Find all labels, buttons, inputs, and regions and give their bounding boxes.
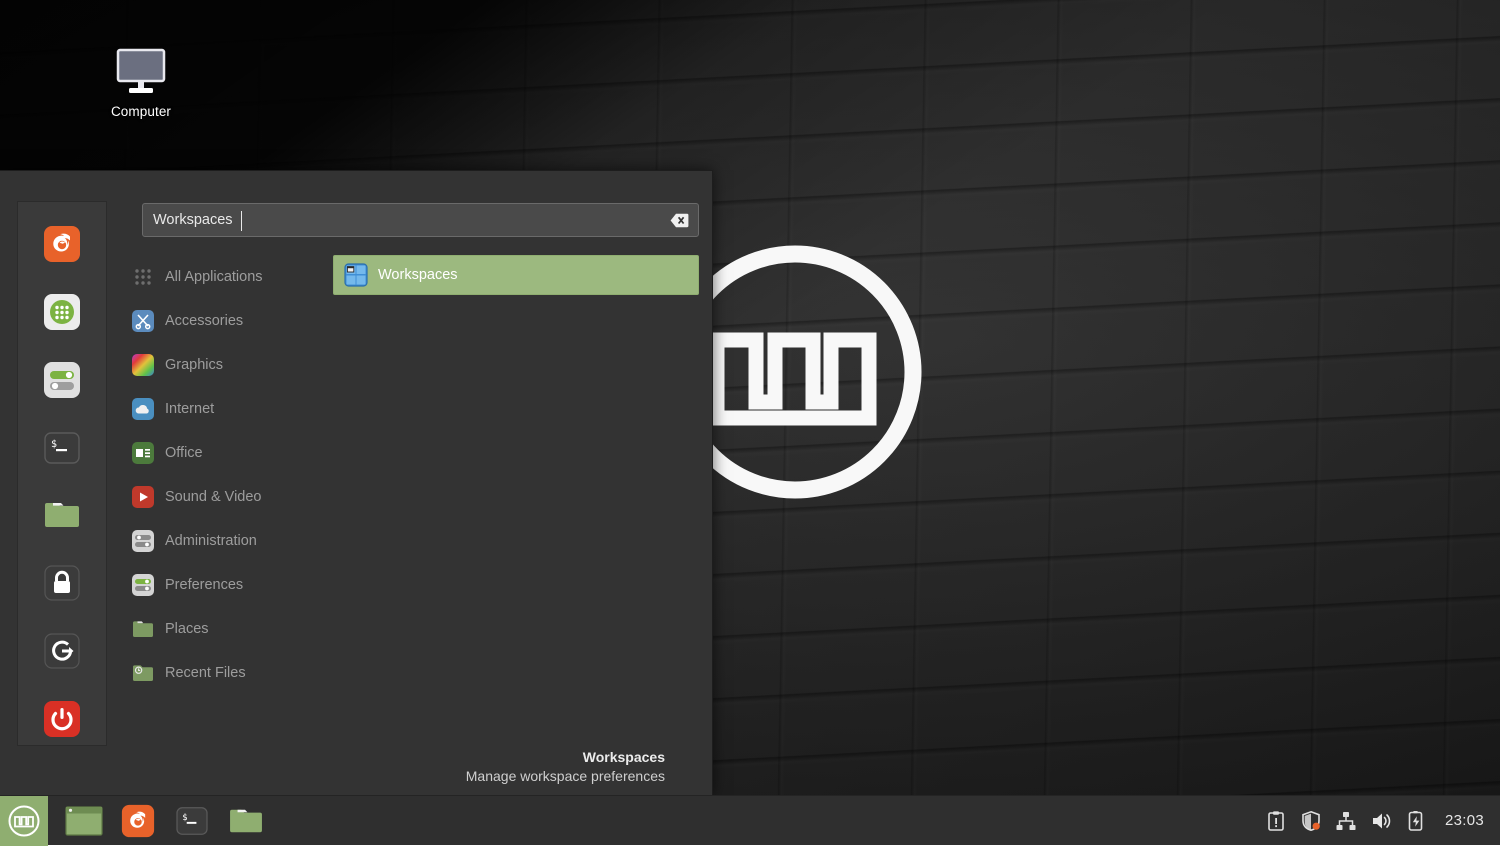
menu-description-title: Workspaces <box>466 749 665 765</box>
battery-icon <box>1405 810 1427 832</box>
desktop-icon-label: Computer <box>111 104 171 119</box>
category-label: Places <box>165 621 209 637</box>
firefox-icon <box>43 225 81 263</box>
grid-dots-icon <box>132 266 154 288</box>
favorite-system-settings[interactable] <box>36 354 88 406</box>
menu-description: Workspaces Manage workspace preferences <box>466 749 665 784</box>
firefox-icon <box>121 804 155 838</box>
category-label: Recent Files <box>165 665 246 681</box>
desktop-icon-computer[interactable]: Computer <box>95 48 187 121</box>
application-menu-panel: $ <box>0 170 713 795</box>
menu-category-list: All Applications Accessories <box>120 251 333 721</box>
category-label: Graphics <box>165 357 223 373</box>
rainbow-icon <box>132 354 154 376</box>
favorite-firefox[interactable] <box>36 218 88 270</box>
category-label: Preferences <box>165 577 243 593</box>
cloud-icon <box>132 398 154 420</box>
clear-search-button[interactable] <box>664 204 694 236</box>
folder-icon <box>132 618 154 640</box>
network-icon <box>1335 810 1357 832</box>
category-label: Administration <box>165 533 257 549</box>
menu-content-area: All Applications Accessories <box>120 171 713 796</box>
menu-results-list: Workspaces <box>333 251 713 721</box>
settings-sliders-icon <box>43 361 81 399</box>
desktop-background[interactable]: Computer <box>0 0 1500 845</box>
category-administration[interactable]: Administration <box>120 519 333 563</box>
clear-entry-icon <box>670 213 689 228</box>
system-tray: 23:03 <box>1265 810 1500 832</box>
launcher-show-desktop[interactable] <box>62 801 106 841</box>
shield-icon <box>1300 810 1322 832</box>
category-preferences[interactable]: Preferences <box>120 563 333 607</box>
tray-firewall[interactable] <box>1300 810 1322 832</box>
folder-clock-icon <box>132 662 154 684</box>
favorite-software-manager[interactable] <box>36 286 88 338</box>
category-label: Office <box>165 445 203 461</box>
category-label: Sound & Video <box>165 489 261 505</box>
favorite-log-out[interactable] <box>36 625 88 677</box>
search-input[interactable] <box>143 212 664 228</box>
play-icon <box>132 486 154 508</box>
svg-text:$: $ <box>51 439 57 450</box>
category-office[interactable]: Office <box>120 431 333 475</box>
launcher-files[interactable] <box>224 801 268 841</box>
app-result-label: Workspaces <box>378 267 458 283</box>
favorite-terminal[interactable]: $ <box>36 422 88 474</box>
terminal-icon: $ <box>175 806 209 836</box>
favorite-lock-screen[interactable] <box>36 557 88 609</box>
window-green-icon <box>65 806 103 836</box>
favorite-quit[interactable] <box>36 693 88 745</box>
speaker-icon <box>1370 810 1392 832</box>
menu-favorites-sidebar: $ <box>17 201 107 746</box>
category-all-applications[interactable]: All Applications <box>120 255 333 299</box>
document-icon <box>132 442 154 464</box>
workspaces-icon <box>344 263 368 287</box>
mint-menu-button[interactable] <box>0 796 48 846</box>
launcher-firefox[interactable] <box>116 801 160 841</box>
scissors-icon <box>132 310 154 332</box>
folder-icon <box>43 499 81 531</box>
taskbar-launchers: $ <box>62 801 268 841</box>
sliders-green-icon <box>132 574 154 596</box>
launcher-terminal[interactable]: $ <box>170 801 214 841</box>
terminal-icon: $ <box>43 429 81 467</box>
category-sound-and-video[interactable]: Sound & Video <box>120 475 333 519</box>
category-places[interactable]: Places <box>120 607 333 651</box>
category-recent-files[interactable]: Recent Files <box>120 651 333 695</box>
category-label: Accessories <box>165 313 243 329</box>
folder-icon <box>228 806 264 836</box>
text-cursor <box>241 211 242 231</box>
svg-text:$: $ <box>182 813 187 823</box>
taskbar: $ <box>0 795 1500 845</box>
software-manager-icon <box>43 293 81 331</box>
lock-icon <box>43 564 81 602</box>
category-graphics[interactable]: Graphics <box>120 343 333 387</box>
category-internet[interactable]: Internet <box>120 387 333 431</box>
menu-body: All Applications Accessories <box>120 251 713 721</box>
tray-volume[interactable] <box>1370 810 1392 832</box>
tray-power[interactable] <box>1405 810 1427 832</box>
power-icon <box>43 700 81 738</box>
logout-icon <box>43 632 81 670</box>
clock[interactable]: 23:03 <box>1445 812 1484 829</box>
app-result-workspaces[interactable]: Workspaces <box>333 255 699 295</box>
category-label: All Applications <box>165 269 263 285</box>
favorite-files[interactable] <box>36 490 88 542</box>
category-accessories[interactable]: Accessories <box>120 299 333 343</box>
monitor-icon <box>114 48 168 96</box>
clipboard-alert-icon <box>1265 810 1287 832</box>
mint-logo-icon <box>7 804 41 838</box>
category-label: Internet <box>165 401 214 417</box>
menu-search-box[interactable] <box>142 203 699 237</box>
sliders-grey-icon <box>132 530 154 552</box>
menu-description-subtitle: Manage workspace preferences <box>466 768 665 784</box>
tray-network[interactable] <box>1335 810 1357 832</box>
tray-update-manager[interactable] <box>1265 810 1287 832</box>
